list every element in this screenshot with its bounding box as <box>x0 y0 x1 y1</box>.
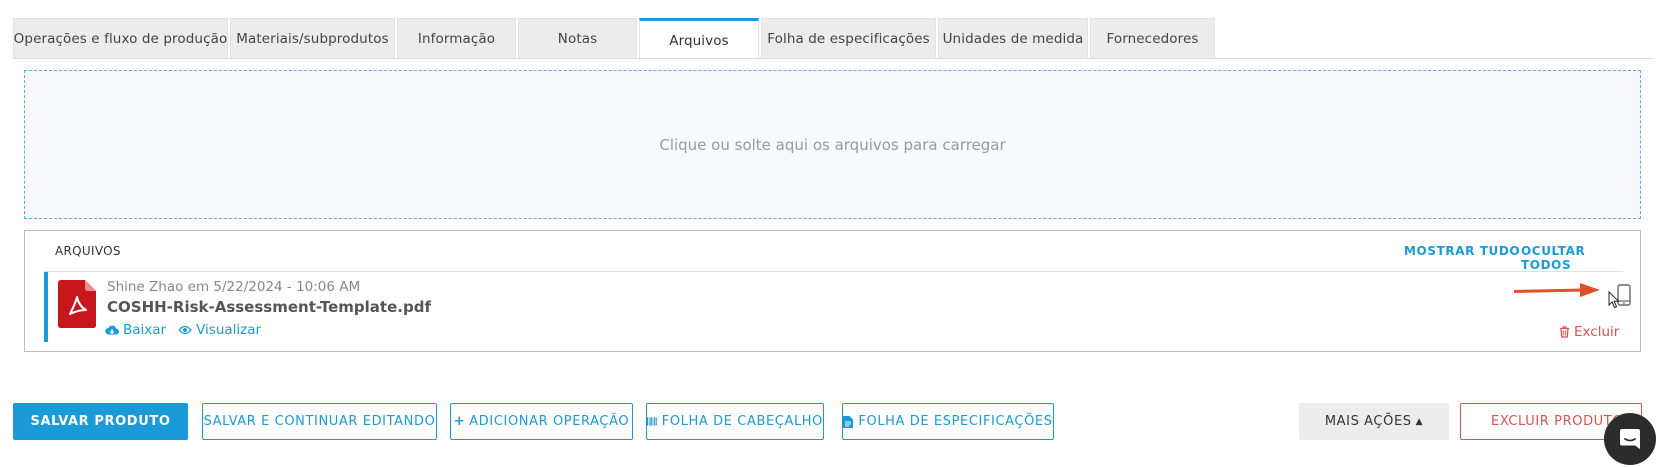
delete-product-label: EXCLUIR PRODUTO <box>1491 414 1624 429</box>
view-link[interactable]: Visualizar <box>178 322 261 338</box>
delete-label: Excluir <box>1574 324 1620 340</box>
pdf-file-icon <box>58 280 96 328</box>
hide-all-link[interactable]: OCULTAR TODOS <box>1521 244 1640 272</box>
file-upload-meta: Shine Zhao em 5/22/2024 - 10:06 AM <box>107 279 361 295</box>
tab-units[interactable]: Unidades de medida <box>938 18 1088 58</box>
files-panel-title: ARQUIVOS <box>55 244 121 258</box>
spec-sheet-label: FOLHA DE ESPECIFICAÇÕES <box>858 414 1053 429</box>
tab-label: Materiais/subprodutos <box>236 30 389 47</box>
tab-label: Operações e fluxo de produção <box>13 30 228 47</box>
tab-suppliers[interactable]: Fornecedores <box>1090 18 1215 58</box>
download-label: Baixar <box>123 322 167 338</box>
save-product-label: SALVAR PRODUTO <box>30 414 171 429</box>
delete-file-link[interactable]: Excluir <box>1559 324 1619 340</box>
chat-launcher[interactable] <box>1604 413 1656 465</box>
trash-icon <box>1560 326 1569 338</box>
tab-bar: Operações e fluxo de produção Materiais/… <box>13 18 1217 60</box>
dropzone-text: Clique ou solte aqui os arquivos para ca… <box>659 135 1006 154</box>
file-name: COSHH-Risk-Assessment-Template.pdf <box>107 298 431 316</box>
tab-materials[interactable]: Materiais/subprodutos <box>230 18 395 58</box>
header-sheet-label: FOLHA DE CABEÇALHO <box>661 414 823 429</box>
eye-icon <box>178 325 192 335</box>
tab-divider <box>13 58 1654 59</box>
tab-files[interactable]: Arquivos <box>639 18 759 60</box>
spec-sheet-button[interactable]: FOLHA DE ESPECIFICAÇÕES <box>842 403 1054 440</box>
cloud-download-icon <box>105 325 119 335</box>
mouse-cursor-icon <box>1608 291 1620 309</box>
file-actions: Baixar Visualizar <box>105 322 261 338</box>
tab-notes[interactable]: Notas <box>518 18 637 58</box>
file-dropzone[interactable]: Clique ou solte aqui os arquivos para ca… <box>24 70 1641 219</box>
add-operation-label: ADICIONAR OPERAÇÃO <box>469 414 630 429</box>
tab-information[interactable]: Informação <box>397 18 516 58</box>
files-panel: ARQUIVOS MOSTRAR TUDO OCULTAR TODOS Shin… <box>24 230 1641 352</box>
file-row: Shine Zhao em 5/22/2024 - 10:06 AM COSHH… <box>44 272 1631 342</box>
download-link[interactable]: Baixar <box>105 322 166 338</box>
tab-label: Informação <box>417 30 496 47</box>
save-product-button[interactable]: SALVAR PRODUTO <box>13 403 188 440</box>
caret-up-icon: ▲ <box>1415 416 1424 427</box>
add-operation-button[interactable]: + ADICIONAR OPERAÇÃO <box>450 403 633 440</box>
more-actions-button[interactable]: MAIS AÇÕES ▲ <box>1299 403 1449 440</box>
tab-operations[interactable]: Operações e fluxo de produção <box>13 18 228 58</box>
tab-label: Folha de especificações <box>767 30 930 47</box>
tab-label: Notas <box>557 30 598 47</box>
plus-icon: + <box>453 414 466 429</box>
save-continue-label: SALVAR E CONTINUAR EDITANDO <box>203 414 436 429</box>
view-label: Visualizar <box>196 322 262 338</box>
show-all-link[interactable]: MOSTRAR TUDO <box>1404 244 1520 258</box>
tab-label: Fornecedores <box>1106 30 1199 47</box>
tab-label: Arquivos <box>669 32 729 49</box>
tab-spec-sheet[interactable]: Folha de especificações <box>761 18 936 58</box>
document-icon <box>843 415 854 428</box>
save-continue-button[interactable]: SALVAR E CONTINUAR EDITANDO <box>202 403 437 440</box>
more-actions-label: MAIS AÇÕES <box>1324 414 1412 429</box>
annotation-arrow-icon <box>1514 283 1600 297</box>
chat-icon <box>1620 429 1640 449</box>
header-sheet-button[interactable]: FOLHA DE CABEÇALHO <box>646 403 824 440</box>
barcode-icon <box>647 417 657 426</box>
tab-label: Unidades de medida <box>942 30 1084 47</box>
